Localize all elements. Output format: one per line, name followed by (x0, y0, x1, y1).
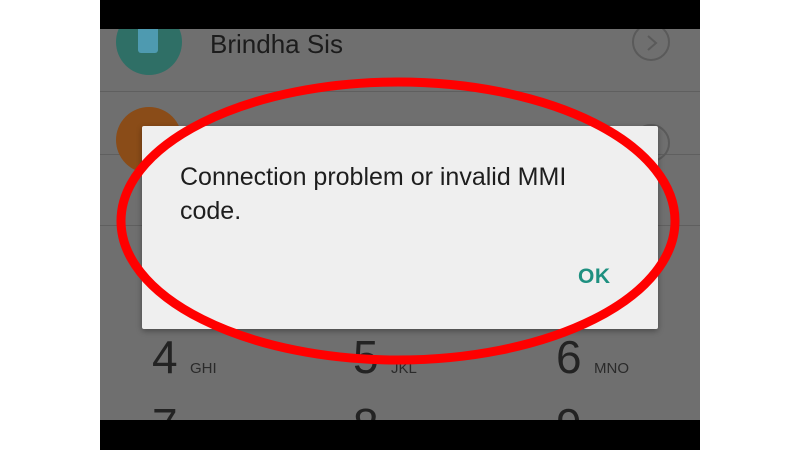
key-letters: GHI (190, 360, 217, 377)
key-digit: 4 (152, 331, 178, 383)
error-dialog: Connection problem or invalid MMI code. … (142, 126, 658, 329)
letterbox-top (100, 0, 700, 29)
contact-name: Brindha Sis (210, 29, 343, 59)
chevron-right-icon (647, 35, 658, 51)
key-digit: 5 (353, 331, 379, 383)
key-letters: JKL (391, 360, 417, 377)
dialog-message: Connection problem or invalid MMI code. (180, 163, 567, 225)
contact-row[interactable]: Brindha Sis (100, 9, 700, 92)
key-letters: MNO (594, 360, 629, 377)
letterbox-bottom (100, 420, 700, 450)
ok-button[interactable]: OK (578, 265, 611, 289)
key-digit: 6 (556, 331, 582, 383)
